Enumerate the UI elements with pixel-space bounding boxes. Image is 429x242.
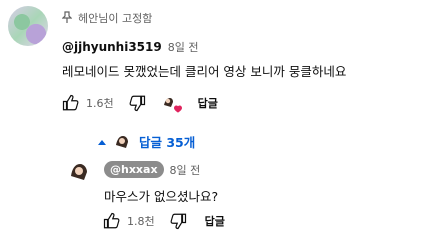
like-count: 1.8천: [127, 215, 155, 228]
comment-actions: 1.6천 답글: [62, 92, 218, 114]
thumb-down-icon[interactable]: [169, 212, 187, 230]
caret-up-icon: [97, 134, 107, 149]
comment-time[interactable]: 8일 전: [168, 39, 199, 55]
like-count: 1.6천: [86, 97, 114, 110]
reply-actions: 1.8천 답글: [103, 212, 225, 230]
comment-author[interactable]: @jjhyunhi3519: [62, 40, 162, 54]
commenter-avatar[interactable]: [8, 6, 48, 46]
pinned-label: 헤안님이 고정함: [78, 12, 153, 25]
reply-author[interactable]: @hxxax: [104, 161, 164, 178]
thumb-down-icon[interactable]: [128, 94, 146, 112]
reply-button[interactable]: 답글: [198, 95, 218, 111]
reply-time[interactable]: 8일 전: [170, 162, 201, 178]
pinned-indicator: 헤안님이 고정함: [61, 10, 153, 26]
reply-author-avatar[interactable]: [68, 157, 94, 183]
comment-text: 레모네이드 못깼었는데 클리어 영상 보니까 뭉클하네요: [62, 64, 347, 79]
reply-header: @hxxax 8일 전: [104, 161, 200, 178]
creator-heart: [160, 92, 182, 114]
creator-avatar-small: [113, 131, 133, 151]
pin-icon: [61, 10, 73, 26]
replies-toggle[interactable]: 답글 35개: [97, 131, 195, 151]
reply-text: 마우스가 없으셨나요?: [104, 189, 219, 204]
thumb-up-icon[interactable]: [103, 212, 121, 230]
replies-count[interactable]: 답글 35개: [139, 132, 195, 151]
comment-header: @jjhyunhi3519 8일 전: [62, 39, 198, 55]
thumb-up-icon[interactable]: [62, 94, 80, 112]
reply-button[interactable]: 답글: [205, 213, 225, 229]
